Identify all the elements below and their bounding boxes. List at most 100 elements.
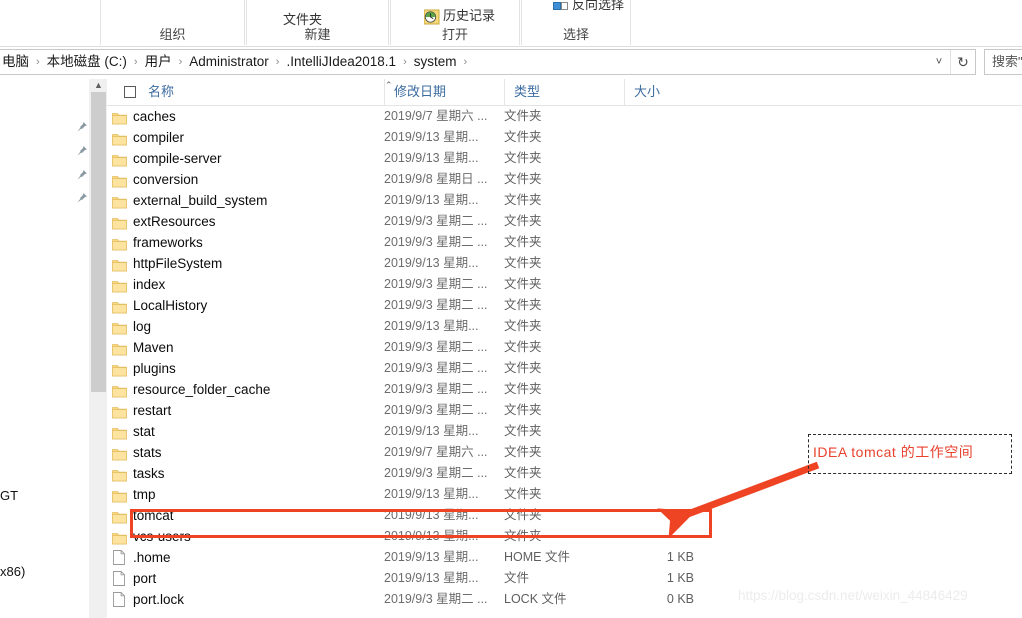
column-header-date[interactable]: 修改日期 xyxy=(384,79,504,105)
cell-file-type: 文件夹 xyxy=(504,445,542,459)
cell-file-type: 文件夹 xyxy=(504,361,542,375)
folder-icon xyxy=(112,425,127,440)
cell-file-type: 文件夹 xyxy=(504,298,542,312)
invert-selection-icon xyxy=(553,0,569,14)
cell-file-type: 文件夹 xyxy=(504,256,542,270)
chevron-down-icon[interactable]: ˅ xyxy=(928,50,950,74)
scroll-up-arrow-icon[interactable]: ▲ xyxy=(90,79,107,92)
vertical-scrollbar[interactable]: ▲ xyxy=(89,79,107,618)
table-row[interactable]: log 2019/9/13 星期... 文件夹 xyxy=(107,316,1022,337)
table-row[interactable]: compiler 2019/9/13 星期... 文件夹 xyxy=(107,127,1022,148)
table-row[interactable]: plugins 2019/9/3 星期二 ... 文件夹 xyxy=(107,358,1022,379)
cell-file-type: 文件夹 xyxy=(504,193,542,207)
cell-date-modified: 2019/9/3 星期二 ... xyxy=(384,361,488,375)
cell-file-name: LocalHistory xyxy=(133,298,208,313)
cell-file-type: HOME 文件 xyxy=(504,550,570,564)
invert-selection-button[interactable]: 反向选择 xyxy=(553,0,624,14)
folder-icon xyxy=(112,509,127,524)
breadcrumb-item-local-disk[interactable]: 本地磁盘 (C:) xyxy=(45,50,129,74)
cell-file-name: port xyxy=(133,571,157,586)
search-input[interactable]: 搜索" xyxy=(984,49,1022,75)
folder-icon xyxy=(112,236,127,251)
breadcrumb-item-administrator[interactable]: Administrator xyxy=(187,50,271,74)
ribbon-group-organize: 组织 xyxy=(100,0,245,45)
table-row[interactable]: conversion 2019/9/8 星期日 ... 文件夹 xyxy=(107,169,1022,190)
column-header-type[interactable]: 类型 xyxy=(504,79,624,105)
cell-file-name: log xyxy=(133,319,152,334)
table-row[interactable]: Maven 2019/9/3 星期二 ... 文件夹 xyxy=(107,337,1022,358)
cell-date-modified: 2019/9/3 星期二 ... xyxy=(384,277,488,291)
folder-icon xyxy=(112,257,127,272)
cell-file-name: Maven xyxy=(133,340,174,355)
breadcrumb-separator-icon: › xyxy=(133,56,138,68)
cell-file-type: 文件夹 xyxy=(504,487,542,501)
breadcrumb-item-users[interactable]: 用户 xyxy=(143,50,174,74)
cell-date-modified: 2019/9/3 星期二 ... xyxy=(384,403,488,417)
pin-icon xyxy=(76,192,88,204)
breadcrumb-separator-icon: › xyxy=(403,56,407,68)
new-folder-button[interactable]: 文件夹 xyxy=(283,9,322,28)
refresh-icon[interactable]: ↻ xyxy=(950,50,975,74)
folder-icon xyxy=(112,173,127,188)
breadcrumb-item-computer[interactable]: 电脑 xyxy=(0,50,31,74)
table-row[interactable]: caches 2019/9/7 星期六 ... 文件夹 xyxy=(107,106,1022,127)
table-row[interactable]: resource_folder_cache 2019/9/3 星期二 ... 文件夹 xyxy=(107,379,1022,400)
cell-file-type: 文件夹 xyxy=(504,214,542,228)
nav-item-label-fragment[interactable]: GT xyxy=(0,488,18,503)
cell-file-type: 文件夹 xyxy=(504,403,542,417)
breadcrumb-item-system[interactable]: system xyxy=(412,50,459,74)
cell-file-name: plugins xyxy=(133,361,176,376)
table-row[interactable]: tmp 2019/9/13 星期... 文件夹 xyxy=(107,484,1022,505)
cell-file-size: 1 KB xyxy=(666,571,694,585)
breadcrumb-item-intellijidea[interactable]: .IntelliJIdea2018.1 xyxy=(284,50,398,74)
table-row[interactable]: LocalHistory 2019/9/3 星期二 ... 文件夹 xyxy=(107,295,1022,316)
column-header-name[interactable]: 名称 xyxy=(107,79,384,105)
cell-date-modified: 2019/9/3 星期二 ... xyxy=(384,340,488,354)
address-bar[interactable]: 电脑 › 本地磁盘 (C:) › 用户 › Administrator › .I… xyxy=(0,49,976,75)
cell-file-name: index xyxy=(133,277,166,292)
ribbon-group-label: 选择 xyxy=(562,27,589,42)
cell-date-modified: 2019/9/3 星期二 ... xyxy=(384,382,488,396)
column-header-size[interactable]: 大小 xyxy=(624,79,704,105)
cell-file-name: frameworks xyxy=(133,235,203,250)
table-row[interactable]: restart 2019/9/3 星期二 ... 文件夹 xyxy=(107,400,1022,421)
column-header-date-label: 修改日期 xyxy=(394,84,447,99)
cell-date-modified: 2019/9/3 星期二 ... xyxy=(384,298,488,312)
table-row[interactable]: port 2019/9/13 星期... 文件 1 KB xyxy=(107,568,1022,589)
table-row[interactable]: httpFileSystem 2019/9/13 星期... 文件夹 xyxy=(107,253,1022,274)
history-button[interactable]: 历史记录 xyxy=(423,5,495,25)
watermark: https://blog.csdn.net/weixin_44846429 xyxy=(738,588,968,603)
ribbon-toolbar: 组织 新建 打开 选择 文件夹 历史记录 反向选择 xyxy=(0,0,1022,47)
cell-file-name: conversion xyxy=(133,172,199,187)
cell-file-size: 0 KB xyxy=(666,592,694,606)
nav-item-label-fragment[interactable]: x86) xyxy=(0,564,25,579)
scrollbar-thumb[interactable] xyxy=(91,92,106,392)
file-icon xyxy=(113,592,125,607)
cell-file-name: restart xyxy=(133,403,172,418)
breadcrumb[interactable]: 电脑 › 本地磁盘 (C:) › 用户 › Administrator › .I… xyxy=(0,50,928,74)
cell-file-type: 文件夹 xyxy=(504,151,542,165)
folder-icon xyxy=(112,299,127,314)
table-row[interactable]: external_build_system 2019/9/13 星期... 文件夹 xyxy=(107,190,1022,211)
folder-icon xyxy=(112,194,127,209)
cell-file-type: 文件夹 xyxy=(504,277,542,291)
cell-date-modified: 2019/9/3 星期二 ... xyxy=(384,235,488,249)
table-row[interactable]: extResources 2019/9/3 星期二 ... 文件夹 xyxy=(107,211,1022,232)
invert-selection-label: 反向选择 xyxy=(572,0,625,12)
cell-file-name: port.lock xyxy=(133,592,185,607)
folder-icon xyxy=(112,341,127,356)
cell-date-modified: 2019/9/3 星期二 ... xyxy=(384,592,488,606)
cell-file-type: 文件夹 xyxy=(504,130,542,144)
folder-icon xyxy=(112,278,127,293)
cell-file-type: 文件夹 xyxy=(504,340,542,354)
breadcrumb-separator-icon: › xyxy=(275,56,280,68)
cell-file-type: LOCK 文件 xyxy=(504,592,567,606)
column-header-row: 名称 ⌃ 修改日期 类型 大小 xyxy=(107,79,1022,106)
table-row[interactable]: frameworks 2019/9/3 星期二 ... 文件夹 xyxy=(107,232,1022,253)
table-row[interactable]: index 2019/9/3 星期二 ... 文件夹 xyxy=(107,274,1022,295)
cell-file-type: 文件夹 xyxy=(504,382,542,396)
table-row[interactable]: .home 2019/9/13 星期... HOME 文件 1 KB xyxy=(107,547,1022,568)
cell-file-size: 1 KB xyxy=(666,550,694,564)
table-row[interactable]: compile-server 2019/9/13 星期... 文件夹 xyxy=(107,148,1022,169)
cell-file-name: tmp xyxy=(133,487,156,502)
